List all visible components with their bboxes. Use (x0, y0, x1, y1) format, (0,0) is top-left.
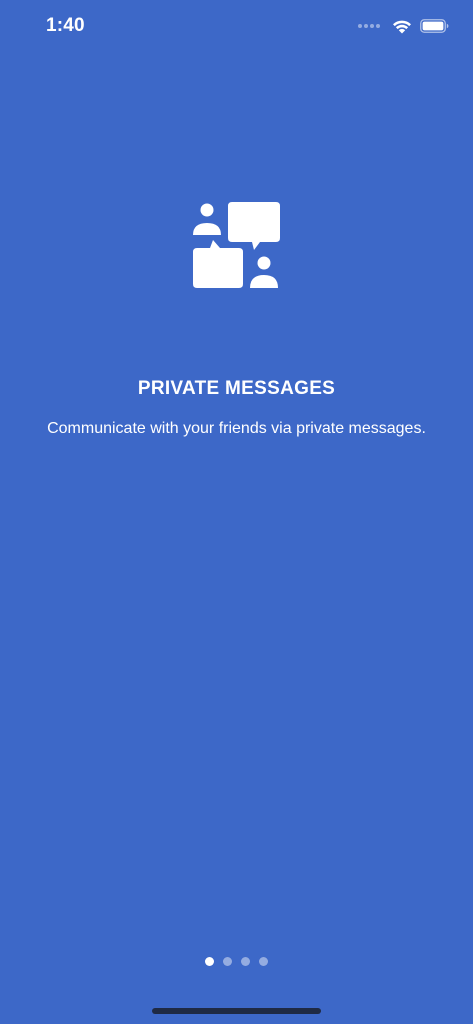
status-time: 1:40 (46, 15, 85, 36)
page-dot-3[interactable] (241, 957, 250, 966)
battery-icon (420, 19, 449, 33)
page-dot-4[interactable] (259, 957, 268, 966)
chat-people-icon (192, 202, 280, 290)
home-indicator[interactable] (152, 1008, 321, 1014)
status-bar: 1:40 (0, 0, 473, 54)
page-dot-2[interactable] (223, 957, 232, 966)
onboarding-description: Communicate with your friends via privat… (47, 420, 426, 437)
onboarding-screen[interactable]: 1:40 PRIVATE MESSAGES Communicate with y… (0, 0, 473, 1024)
page-indicator[interactable] (0, 957, 473, 966)
wifi-icon (392, 19, 412, 34)
status-indicators (358, 16, 449, 36)
cellular-signal-icon (358, 24, 380, 28)
onboarding-title: PRIVATE MESSAGES (137, 378, 336, 399)
page-dot-1[interactable] (205, 957, 214, 966)
